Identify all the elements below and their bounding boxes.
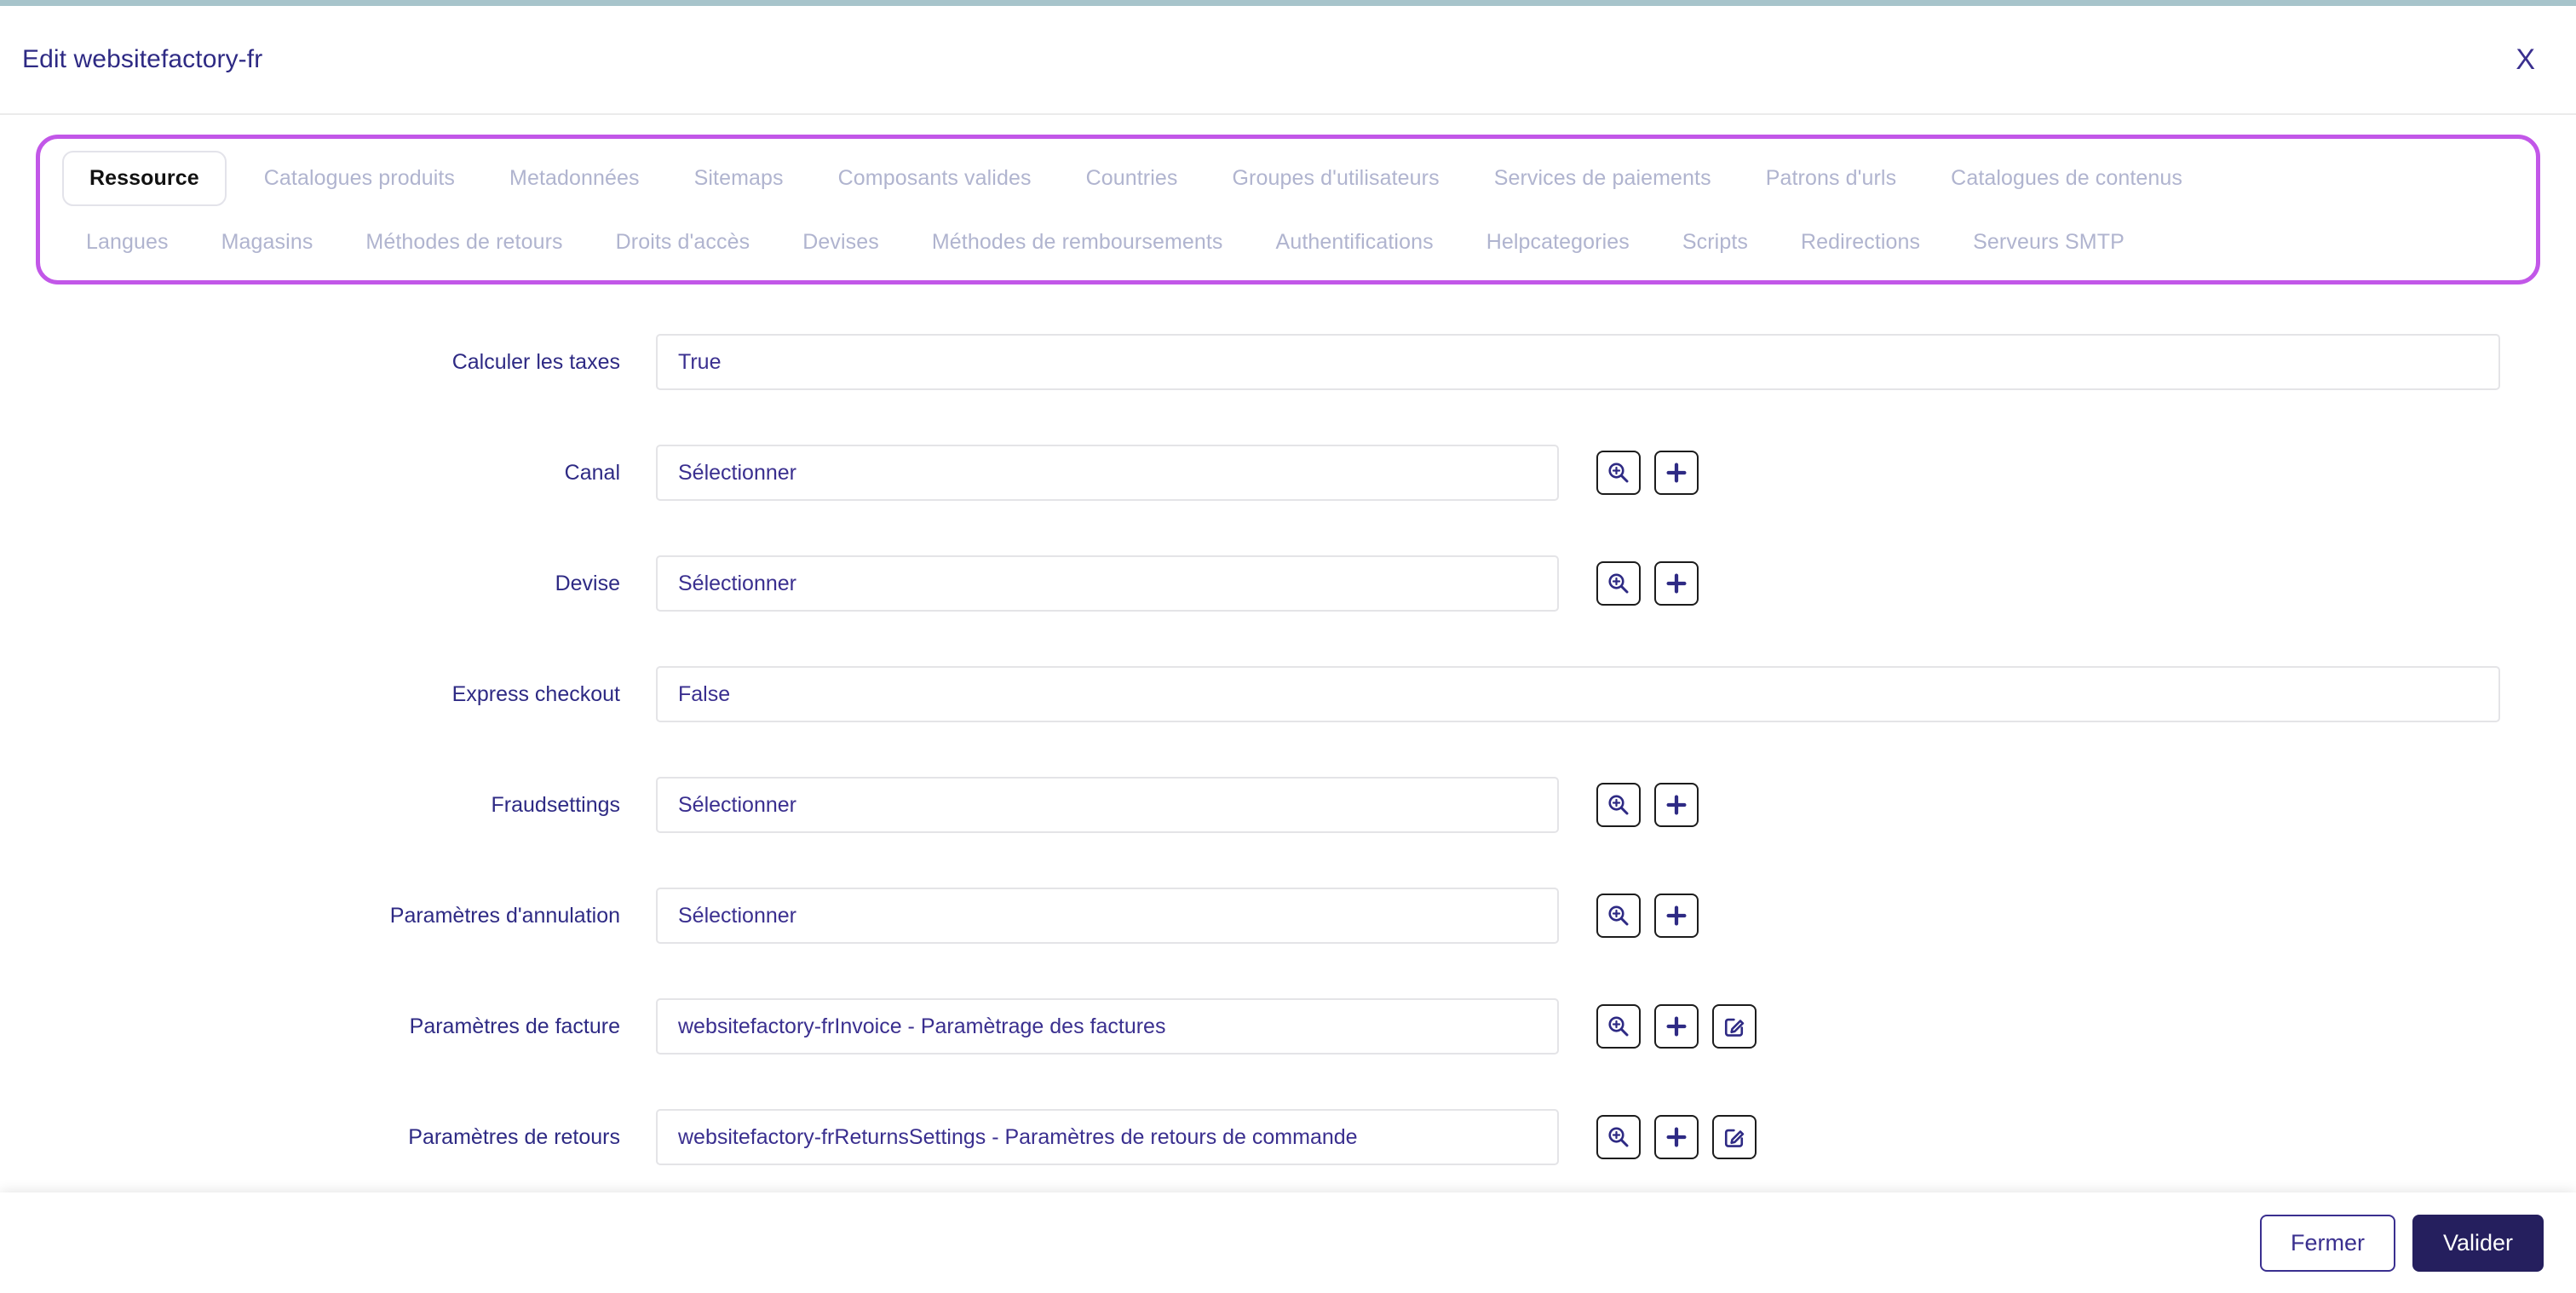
tab-m-thodes-de-retours[interactable]: Méthodes de retours	[348, 218, 579, 267]
field-input[interactable]: True	[656, 334, 2500, 390]
field-action-buttons	[1596, 1115, 1757, 1159]
search-plus-icon[interactable]	[1596, 1004, 1641, 1049]
tab-langues[interactable]: Langues	[69, 218, 186, 267]
tab-services-de-paiements[interactable]: Services de paiements	[1477, 154, 1728, 203]
tab-ressource[interactable]: Ressource	[62, 151, 227, 206]
modal-title: Edit websitefactory-fr	[22, 45, 263, 73]
tab-sitemaps[interactable]: Sitemaps	[677, 154, 801, 203]
search-plus-icon[interactable]	[1596, 1115, 1641, 1159]
field-input[interactable]: websitefactory-frReturnsSettings - Param…	[656, 1109, 1559, 1165]
plus-icon[interactable]	[1654, 783, 1699, 827]
plus-icon[interactable]	[1654, 451, 1699, 495]
field-input[interactable]: Sélectionner	[656, 445, 1559, 501]
tab-metadonn-es[interactable]: Metadonnées	[492, 154, 657, 203]
field-label: Paramètres de retours	[408, 1124, 620, 1149]
submit-button[interactable]: Valider	[2412, 1214, 2544, 1272]
plus-icon[interactable]	[1654, 1115, 1699, 1159]
tab-m-thodes-de-remboursements[interactable]: Méthodes de remboursements	[915, 218, 1240, 267]
tab-authentifications[interactable]: Authentifications	[1259, 218, 1451, 267]
tab-droits-d-acc-s[interactable]: Droits d'accès	[599, 218, 768, 267]
tabs-container: Ressource Catalogues produits Metadonnées S…	[36, 135, 2540, 284]
form-row: Canal Sélectionner	[0, 417, 2576, 528]
tab-helpcategories[interactable]: Helpcategories	[1469, 218, 1647, 267]
field-input[interactable]: Sélectionner	[656, 888, 1559, 944]
field-input[interactable]: Sélectionner	[656, 555, 1559, 612]
tab-scripts[interactable]: Scripts	[1665, 218, 1765, 267]
close-icon[interactable]: X	[2507, 40, 2544, 79]
tab-magasins[interactable]: Magasins	[204, 218, 331, 267]
form-row: Paramètres de facture websitefactory-frIn…	[0, 971, 2576, 1082]
modal-footer: Fermer Valider	[0, 1192, 2576, 1293]
plus-icon[interactable]	[1654, 1004, 1699, 1049]
plus-icon[interactable]	[1654, 561, 1699, 606]
field-input[interactable]: Sélectionner	[656, 777, 1559, 833]
field-label: Express checkout	[451, 681, 620, 706]
field-action-buttons	[1596, 894, 1699, 938]
search-plus-icon[interactable]	[1596, 894, 1641, 938]
top-accent-strip	[0, 0, 2576, 6]
form-row: Calculer les taxes True	[0, 307, 2576, 417]
tab-serveurs-smtp[interactable]: Serveurs SMTP	[1956, 218, 2142, 267]
edit-resource-modal: Edit websitefactory-fr X Ressource Catalo…	[0, 0, 2576, 1293]
field-label: Devise	[555, 571, 620, 595]
resource-form: Calculer les taxes True Canal Sélectionner D…	[0, 284, 2576, 1192]
field-action-buttons	[1596, 451, 1699, 495]
tab-countries[interactable]: Countries	[1069, 154, 1195, 203]
tab-groupes-d-utilisateurs[interactable]: Groupes d'utilisateurs	[1215, 154, 1456, 203]
edit-pencil-icon[interactable]	[1712, 1115, 1757, 1159]
form-row: Devise Sélectionner	[0, 528, 2576, 639]
form-row: Fraudsettings Sélectionner	[0, 750, 2576, 860]
tab-devises[interactable]: Devises	[785, 218, 896, 267]
tab-redirections[interactable]: Redirections	[1784, 218, 1937, 267]
form-row: Paramètres d'annulation Sélectionner	[0, 860, 2576, 971]
tab-composants-valides[interactable]: Composants valides	[821, 154, 1049, 203]
field-input[interactable]: websitefactory-frInvoice - Paramètrage d…	[656, 998, 1559, 1055]
search-plus-icon[interactable]	[1596, 561, 1641, 606]
search-plus-icon[interactable]	[1596, 451, 1641, 495]
field-label: Paramètres de facture	[409, 1014, 620, 1038]
cancel-button[interactable]: Fermer	[2259, 1214, 2395, 1272]
tab-catalogues-de-contenus[interactable]: Catalogues de contenus	[1934, 154, 2199, 203]
field-label: Calculer les taxes	[451, 349, 620, 374]
edit-pencil-icon[interactable]	[1712, 1004, 1757, 1049]
field-label: Canal	[564, 460, 620, 485]
tab-catalogues-produits[interactable]: Catalogues produits	[247, 154, 472, 203]
field-label: Paramètres d'annulation	[389, 903, 620, 928]
tabs-row-2: Langues Magasins Méthodes de retours Droits…	[50, 218, 2526, 267]
field-label: Fraudsettings	[491, 792, 620, 817]
field-input[interactable]: False	[656, 666, 2500, 722]
field-action-buttons	[1596, 783, 1699, 827]
field-action-buttons	[1596, 1004, 1757, 1049]
tab-patrons-d-urls[interactable]: Patrons d'urls	[1749, 154, 1913, 203]
plus-icon[interactable]	[1654, 894, 1699, 938]
form-row: Express checkout False	[0, 639, 2576, 750]
modal-header: Edit websitefactory-fr X	[0, 6, 2576, 115]
form-row: Paramètres de retours websitefactory-frRe…	[0, 1082, 2576, 1192]
field-action-buttons	[1596, 561, 1699, 606]
tabs-row-1: Ressource Catalogues produits Metadonnées S…	[50, 151, 2526, 206]
search-plus-icon[interactable]	[1596, 783, 1641, 827]
